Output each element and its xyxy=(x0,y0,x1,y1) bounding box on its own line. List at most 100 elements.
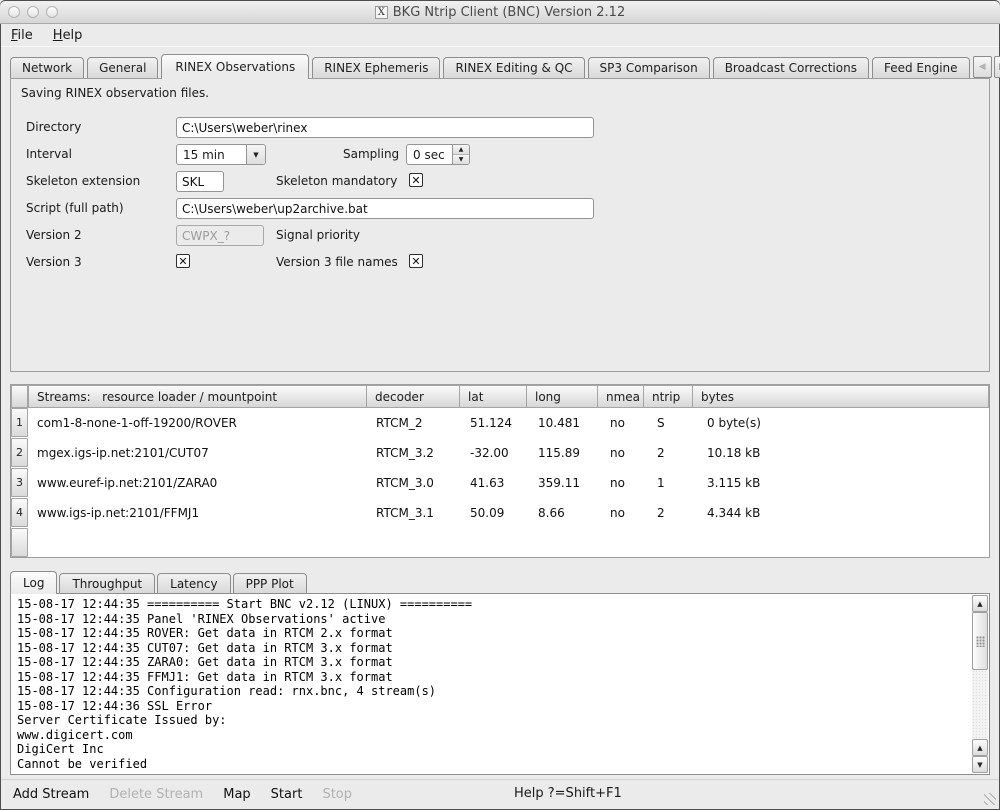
table-row[interactable]: www.euref-ip.net:2101/ZARA0 RTCM_3.0 41.… xyxy=(28,468,989,498)
version2-row: Version 2 CWPX_? Signal priority xyxy=(11,225,989,246)
row-header-3[interactable]: 3 xyxy=(11,468,28,497)
spinner-buttons: ▲ ▼ xyxy=(452,145,469,164)
spinner-down-icon[interactable]: ▼ xyxy=(453,155,469,164)
skeleton-extension-input[interactable]: SKL xyxy=(176,171,224,192)
tab-feed-engine[interactable]: Feed Engine xyxy=(872,57,970,78)
cell-bytes: 4.344 kB xyxy=(698,506,989,520)
tab-network[interactable]: Network xyxy=(10,57,84,78)
skeleton-row: Skeleton extension SKL Skeleton mandator… xyxy=(11,171,989,192)
version3-row: Version 3 ✕ Version 3 file names ✕ xyxy=(11,252,989,273)
resize-grip[interactable] xyxy=(984,793,996,805)
bottom-action-bar: Add Stream Delete Stream Map Start Stop … xyxy=(1,779,999,808)
cell-decoder: RTCM_3.0 xyxy=(367,476,461,490)
table-body: com1-8-none-1-off-19200/ROVER RTCM_2 51.… xyxy=(28,408,989,528)
header-bytes[interactable]: bytes xyxy=(692,385,989,408)
cell-ntrip: 2 xyxy=(648,446,698,460)
row-header-4[interactable]: 4 xyxy=(11,498,28,527)
app-icon: X xyxy=(375,6,388,19)
scrollbar-thumb[interactable] xyxy=(972,612,988,670)
version3-filenames-label: Version 3 file names xyxy=(276,255,398,269)
tab-scroll-left-icon[interactable]: ◀ xyxy=(973,56,992,78)
help-shortcut-label: Help ?=Shift+F1 xyxy=(514,786,622,801)
tab-sp3-comparison[interactable]: SP3 Comparison xyxy=(588,57,710,78)
spinner-up-icon[interactable]: ▲ xyxy=(453,145,469,155)
start-button[interactable]: Start xyxy=(271,787,303,802)
header-long[interactable]: long xyxy=(526,385,598,408)
scroll-up-icon[interactable]: ▲ xyxy=(972,739,988,756)
interval-row: Interval 15 min ▼ Sampling 0 sec ▲ ▼ xyxy=(11,144,989,165)
cell-nmea: no xyxy=(601,416,648,430)
script-input[interactable]: C:\Users\weber\up2archive.bat xyxy=(176,198,594,219)
window-title-area: X BKG Ntrip Client (BNC) Version 2.12 xyxy=(0,0,1000,24)
header-decoder[interactable]: decoder xyxy=(366,385,460,408)
sampling-spinner[interactable]: 0 sec ▲ ▼ xyxy=(406,144,470,165)
add-stream-button[interactable]: Add Stream xyxy=(13,787,89,802)
cell-mountpoint: www.igs-ip.net:2101/FFMJ1 xyxy=(28,506,367,520)
script-row: Script (full path) C:\Users\weber\up2arc… xyxy=(11,198,989,219)
row-header-1[interactable]: 1 xyxy=(11,408,28,437)
scroll-down-icon[interactable]: ▼ xyxy=(972,756,988,773)
header-ntrip[interactable]: ntrip xyxy=(643,385,693,408)
version3-label: Version 3 xyxy=(26,255,82,269)
table-row[interactable]: mgex.igs-ip.net:2101/CUT07 RTCM_3.2 -32.… xyxy=(28,438,989,468)
tab-ppp-plot[interactable]: PPP Plot xyxy=(233,573,307,593)
cell-mountpoint: www.euref-ip.net:2101/ZARA0 xyxy=(28,476,367,490)
cell-lat: -32.00 xyxy=(461,446,529,460)
version2-label: Version 2 xyxy=(26,228,82,242)
version3-filenames-checkbox[interactable]: ✕ xyxy=(409,254,423,268)
cell-nmea: no xyxy=(601,446,648,460)
cell-bytes: 10.18 kB xyxy=(698,446,989,460)
skeleton-extension-label: Skeleton extension xyxy=(26,174,140,188)
chevron-down-icon[interactable]: ▼ xyxy=(246,145,265,164)
tab-log[interactable]: Log xyxy=(10,571,57,594)
cell-decoder: RTCM_3.1 xyxy=(367,506,461,520)
tab-rinex-observations[interactable]: RINEX Observations xyxy=(161,54,309,79)
version3-checkbox[interactable]: ✕ xyxy=(176,254,190,268)
checkbox-checked-icon: ✕ xyxy=(178,256,187,267)
cell-ntrip: 2 xyxy=(648,506,698,520)
directory-row: Directory C:\Users\weber\rinex xyxy=(11,117,989,138)
cell-long: 115.89 xyxy=(529,446,601,460)
skeleton-mandatory-checkbox[interactable]: ✕ xyxy=(409,173,423,187)
scrollbar-grip-icon xyxy=(976,636,985,647)
row-header-2[interactable]: 2 xyxy=(11,438,28,467)
tab-general[interactable]: General xyxy=(87,57,158,78)
cell-bytes: 0 byte(s) xyxy=(698,416,989,430)
directory-input[interactable]: C:\Users\weber\rinex xyxy=(176,117,594,138)
tab-broadcast-corrections[interactable]: Broadcast Corrections xyxy=(713,57,869,78)
cell-nmea: no xyxy=(601,506,648,520)
signal-priority-label: Signal priority xyxy=(276,228,360,242)
cell-long: 10.481 xyxy=(529,416,601,430)
log-scrollbar[interactable]: ▲ ▲ ▼ xyxy=(972,595,988,773)
cell-mountpoint: com1-8-none-1-off-19200/ROVER xyxy=(28,416,367,430)
header-lat[interactable]: lat xyxy=(459,385,527,408)
header-nmea[interactable]: nmea xyxy=(597,385,644,408)
interval-label: Interval xyxy=(26,147,72,161)
sampling-label: Sampling xyxy=(343,147,399,161)
menu-help[interactable]: Help xyxy=(53,28,83,43)
tab-rinex-ephemeris[interactable]: RINEX Ephemeris xyxy=(312,57,440,78)
tab-rinex-editing-qc[interactable]: RINEX Editing & QC xyxy=(443,57,584,78)
cell-mountpoint: mgex.igs-ip.net:2101/CUT07 xyxy=(28,446,367,460)
tab-scroll-buttons: ◀ ▶ xyxy=(973,56,1000,78)
cell-long: 359.11 xyxy=(529,476,601,490)
header-mountpoint[interactable]: Streams: resource loader / mountpoint xyxy=(28,385,367,408)
menu-file[interactable]: File xyxy=(11,28,33,43)
interval-dropdown[interactable]: 15 min ▼ xyxy=(176,144,266,165)
checkbox-checked-icon: ✕ xyxy=(411,256,420,267)
interval-value: 15 min xyxy=(177,148,246,162)
map-button[interactable]: Map xyxy=(223,787,250,802)
table-row[interactable]: www.igs-ip.net:2101/FFMJ1 RTCM_3.1 50.09… xyxy=(28,498,989,528)
tab-scroll-right-icon[interactable]: ▶ xyxy=(994,56,1000,78)
log-output: 15-08-17 12:44:35 ========== Start BNC v… xyxy=(10,593,990,775)
delete-stream-button: Delete Stream xyxy=(109,787,203,802)
stop-button: Stop xyxy=(322,787,352,802)
table-row[interactable]: com1-8-none-1-off-19200/ROVER RTCM_2 51.… xyxy=(28,408,989,438)
tab-throughput[interactable]: Throughput xyxy=(59,573,155,593)
version2-input[interactable]: CWPX_? xyxy=(176,225,264,246)
log-tab-bar: Log Throughput Latency PPP Plot xyxy=(10,570,309,593)
tab-latency[interactable]: Latency xyxy=(157,573,230,593)
checkbox-checked-icon: ✕ xyxy=(411,175,420,186)
scroll-up-icon[interactable]: ▲ xyxy=(972,595,988,612)
cell-ntrip: S xyxy=(648,416,698,430)
